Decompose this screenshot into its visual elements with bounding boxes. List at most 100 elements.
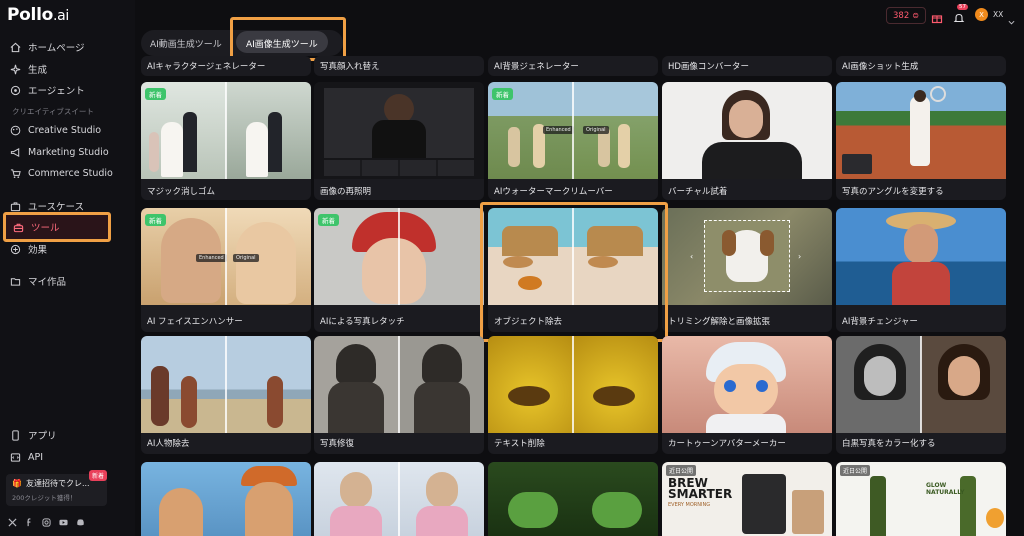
sidebar-item-label: アプリ xyxy=(28,431,57,442)
sparkle-icon xyxy=(10,64,21,75)
sidebar-item-home[interactable]: ホームページ xyxy=(10,38,85,56)
tool-card[interactable]: AI画像ショット生成 xyxy=(836,56,1006,76)
tool-card[interactable] xyxy=(141,462,311,536)
tool-card-photo-retouch[interactable]: 新着 AIによる写真レタッチ xyxy=(314,208,484,332)
sidebar-item-label: 生成 xyxy=(28,65,48,76)
card-label: AI人物除去 xyxy=(147,439,190,449)
chevron-down-icon[interactable] xyxy=(1008,11,1015,25)
card-label: AIによる写真レタッチ xyxy=(320,317,405,327)
sidebar-item-commerce-studio[interactable]: Commerce Studio xyxy=(10,164,113,182)
discord-icon[interactable] xyxy=(76,518,85,527)
sidebar-item-label: Marketing Studio xyxy=(28,146,109,158)
section-title: クリエイティブスイート xyxy=(12,107,94,116)
sidebar-item-my-works[interactable]: マイ作品 xyxy=(10,272,66,290)
sidebar-item-creative-studio[interactable]: Creative Studio xyxy=(10,121,101,139)
card-label: AI背景チェンジャー xyxy=(842,317,918,327)
credits-pill[interactable]: 382 ⊜ xyxy=(886,7,926,24)
youtube-icon[interactable] xyxy=(59,518,68,527)
tool-card-cartoon-avatar[interactable]: カートゥーンアバターメーカー xyxy=(662,336,832,454)
coming-soon-tag: 近日公開 xyxy=(840,465,871,476)
tool-card-person-removal[interactable]: AI人物除去 xyxy=(141,336,311,454)
original-chip: Original xyxy=(233,254,259,262)
card-image xyxy=(141,336,311,433)
folder-icon xyxy=(10,276,21,287)
card-image xyxy=(836,208,1006,305)
card-label: カートゥーンアバターメーカー xyxy=(668,439,786,449)
enhanced-chip: Enhanced xyxy=(196,254,227,262)
card-label: バーチャル試着 xyxy=(668,187,728,197)
tool-card[interactable] xyxy=(314,462,484,536)
sidebar-item-label: 効果 xyxy=(28,245,48,256)
tool-card-magic-eraser[interactable]: 新着 マジック消しゴム xyxy=(141,82,311,200)
card-image xyxy=(141,462,311,536)
sidebar-item-app[interactable]: アプリ xyxy=(10,426,57,444)
tool-card-change-angle[interactable]: 写真のアングルを変更する xyxy=(836,82,1006,200)
card-label: AI背景ジェネレーター xyxy=(494,62,579,72)
tool-card[interactable]: 近日公開 GLOW NATURALLY xyxy=(836,462,1006,536)
sidebar-item-label: ホームページ xyxy=(28,43,85,54)
object-removal-highlight-box xyxy=(480,202,668,342)
enhanced-chip: Enhanced xyxy=(543,126,574,134)
tool-card-text-removal[interactable]: テキスト削除 xyxy=(488,336,658,454)
x-icon[interactable] xyxy=(8,518,17,527)
tab-video-tools[interactable]: AI動画生成ツール xyxy=(150,37,222,50)
new-badge: 新着 xyxy=(145,214,166,226)
palette-icon xyxy=(10,125,21,136)
sidebar-item-label: ツール xyxy=(31,223,60,234)
tool-card-photo-restore[interactable]: 写真修復 xyxy=(314,336,484,454)
sidebar-item-effects[interactable]: 効果 xyxy=(10,240,47,258)
sidebar-item-api[interactable]: API xyxy=(10,448,43,466)
api-icon xyxy=(10,452,21,463)
tool-card[interactable]: AIキャラクタージェネレーター xyxy=(141,56,311,76)
sidebar-item-tools[interactable]: ツール xyxy=(3,212,111,242)
card-label: マジック消しゴム xyxy=(147,187,216,197)
coin-icon: ⊜ xyxy=(912,11,919,20)
tool-card[interactable]: AI背景ジェネレーター xyxy=(488,56,658,76)
sidebar-item-label: ユースケース xyxy=(28,202,85,213)
megaphone-icon xyxy=(10,147,21,158)
tool-card-virtual-try-on[interactable]: バーチャル試着 xyxy=(662,82,832,200)
home-icon xyxy=(10,42,21,53)
card-image: Enhanced Original xyxy=(141,208,311,305)
card-label: テキスト削除 xyxy=(494,439,545,449)
gift-box-icon[interactable] xyxy=(931,9,943,24)
notification-badge: 57 xyxy=(957,4,968,10)
instagram-icon[interactable] xyxy=(42,518,51,527)
new-badge: 新着 xyxy=(89,470,108,481)
card-image: Enhanced Original xyxy=(488,82,658,179)
sidebar-item-generate[interactable]: 生成 xyxy=(10,60,47,78)
tool-card-background-changer[interactable]: AI背景チェンジャー xyxy=(836,208,1006,332)
tool-card[interactable]: 写真顔入れ替え xyxy=(314,56,484,76)
tool-card-watermark-remover[interactable]: Enhanced Original 新着 AIウォーターマークリムーバー xyxy=(488,82,658,200)
tool-card[interactable]: HD画像コンバーター xyxy=(662,56,832,76)
card-label: 写真顔入れ替え xyxy=(320,62,380,72)
user-name[interactable]: XX xyxy=(993,10,1003,19)
tool-card-image-relight[interactable]: 画像の再照明 xyxy=(314,82,484,200)
card-label: 白黒写真をカラー化する xyxy=(842,439,936,449)
sidebar-item-label: エージェント xyxy=(28,86,85,97)
tool-card[interactable] xyxy=(488,462,658,536)
agent-icon xyxy=(10,85,21,96)
coming-soon-tag: 近日公開 xyxy=(666,465,697,476)
facebook-icon[interactable] xyxy=(25,518,34,527)
tab-highlight-box xyxy=(230,17,346,61)
pollo-logo[interactable]: Pollo.ai xyxy=(7,5,69,25)
card-image xyxy=(488,462,658,536)
avatar[interactable]: X xyxy=(975,8,988,21)
tool-card-colorize[interactable]: 白黒写真をカラー化する xyxy=(836,336,1006,454)
card-label: 写真のアングルを変更する xyxy=(842,187,944,197)
bell-icon[interactable] xyxy=(953,9,965,23)
tool-card-face-enhancer[interactable]: Enhanced Original 新着 AI フェイスエンハンサー xyxy=(141,208,311,332)
card-image xyxy=(836,82,1006,179)
phone-icon xyxy=(10,429,21,441)
tool-card-uncrop[interactable]: ‹ › トリミング解除と画像拡張 xyxy=(662,208,832,332)
new-badge: 新着 xyxy=(145,88,166,100)
sidebar-item-label: Creative Studio xyxy=(28,124,102,136)
sidebar-item-agent[interactable]: エージェント xyxy=(10,81,85,99)
card-image: ‹ › xyxy=(662,208,832,305)
sidebar-item-marketing-studio[interactable]: Marketing Studio xyxy=(10,143,109,161)
card-image xyxy=(314,462,484,536)
tool-card[interactable]: 近日公開 BREW SMARTER EVERY MORNING xyxy=(662,462,832,536)
new-badge: 新着 xyxy=(318,214,339,226)
card-label: 画像の再照明 xyxy=(320,187,372,197)
